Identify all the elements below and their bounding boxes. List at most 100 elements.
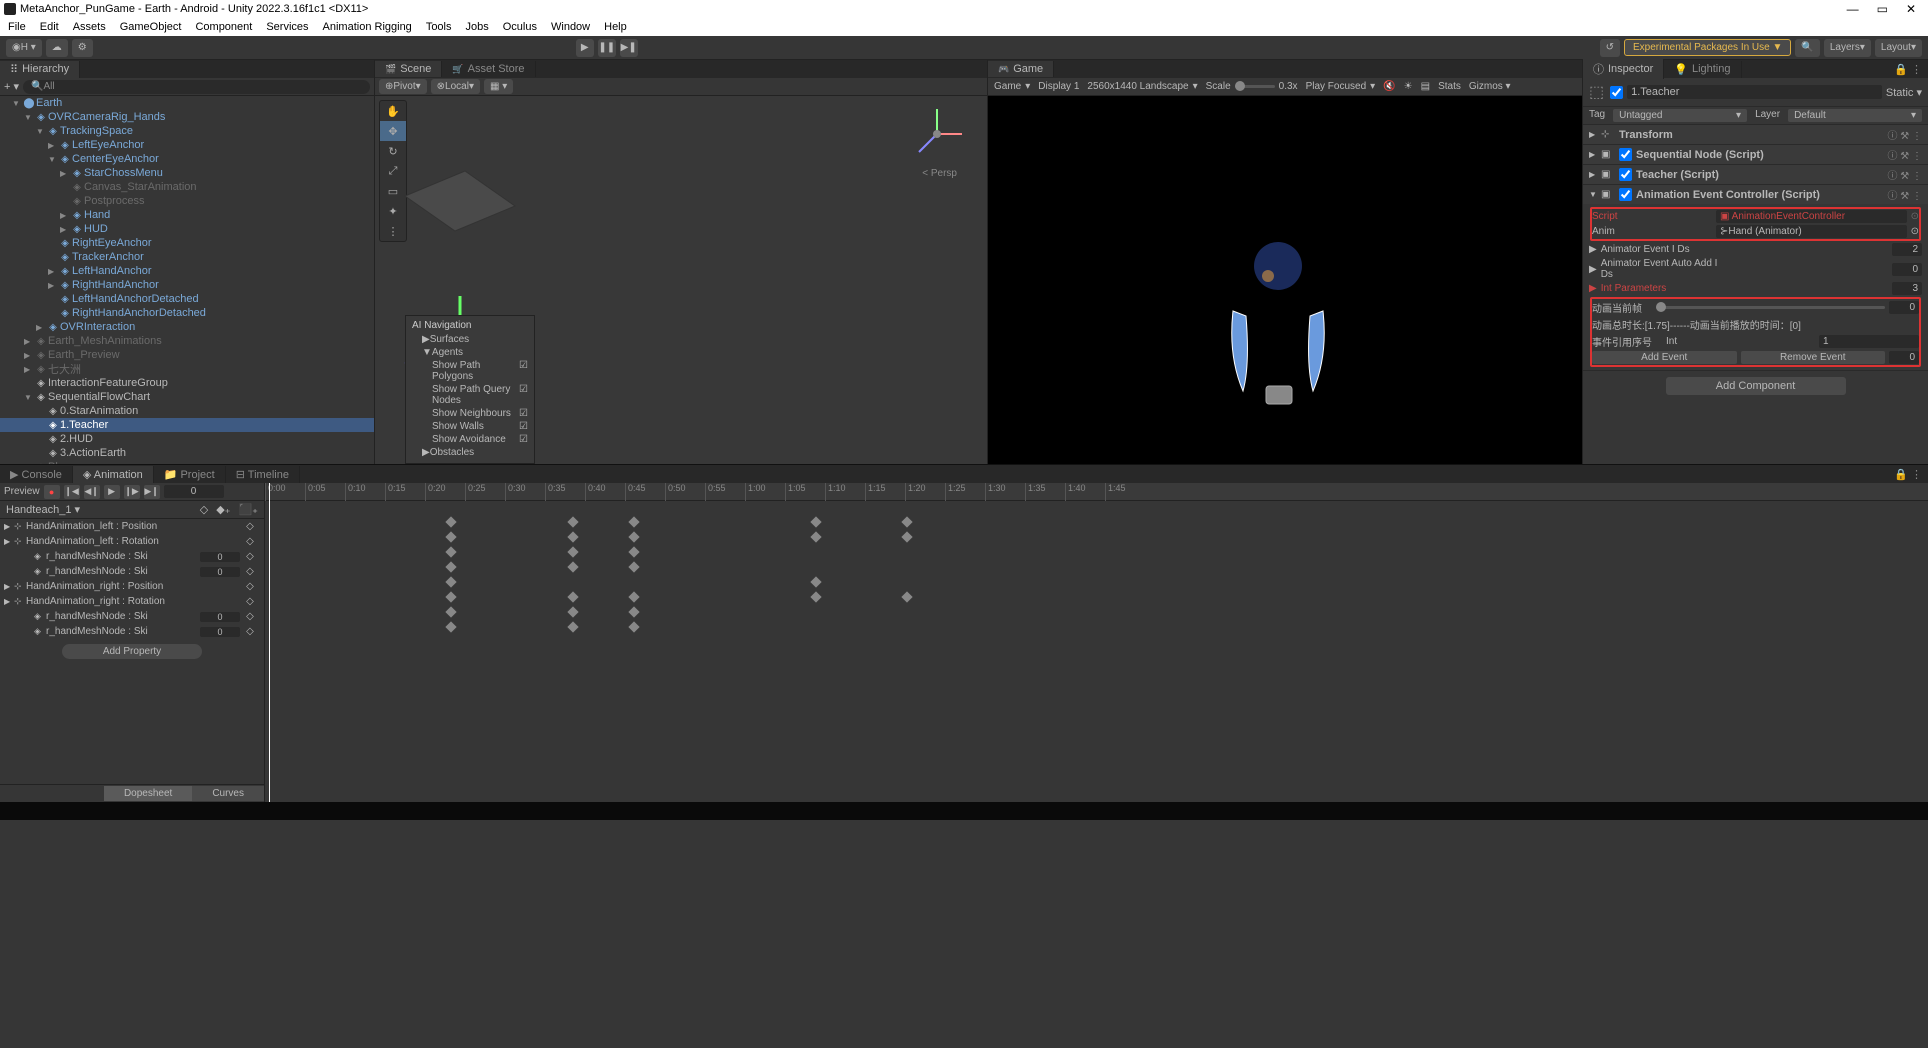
component-header[interactable]: ▶▣Sequential Node (Script)ⓘ ⚒ ⋮ <box>1583 145 1928 164</box>
menu-help[interactable]: Help <box>604 21 627 33</box>
step-button[interactable]: ▶❚ <box>620 39 638 57</box>
add-property-button[interactable]: Add Property <box>62 644 202 659</box>
mute-icon[interactable]: 🔇 <box>1383 81 1395 92</box>
animation-property[interactable]: ◈r_handMeshNode : Ski0◇ <box>0 624 264 638</box>
hierarchy-item[interactable]: ▶◈Earth_Preview <box>0 348 374 362</box>
stats-button[interactable]: Stats <box>1438 81 1461 92</box>
add-key-icon[interactable]: ◆₊ <box>216 503 230 516</box>
tab-timeline[interactable]: ⊟ Timeline <box>226 466 300 483</box>
rect-tool[interactable]: ▭ <box>380 181 406 201</box>
ai-nav-option[interactable]: Show Avoidance☑ <box>412 433 528 446</box>
preview-button[interactable]: Preview <box>4 486 40 497</box>
dopesheet-row[interactable] <box>265 620 1928 635</box>
vsync-icon[interactable]: ☀ <box>1404 81 1413 92</box>
menu-edit[interactable]: Edit <box>40 21 59 33</box>
hierarchy-tree[interactable]: ▼⬤Earth▼◈OVRCameraRig_Hands▼◈TrackingSpa… <box>0 96 374 464</box>
record-button[interactable]: ● <box>44 485 60 499</box>
play-mode-dropdown[interactable]: Play Focused ▾ <box>1306 81 1376 92</box>
component-header[interactable]: ▶⊹Transformⓘ ⚒ ⋮ <box>1583 125 1928 144</box>
menu-gameobject[interactable]: GameObject <box>120 21 182 33</box>
hierarchy-item[interactable]: ▼◈OVRCameraRig_Hands <box>0 110 374 124</box>
cloud-icon[interactable]: ☁ <box>46 39 68 57</box>
prev-key-button[interactable]: ◀❙ <box>84 485 100 499</box>
tab-asset-store[interactable]: 🛒Asset Store <box>442 61 535 77</box>
menu-window[interactable]: Window <box>551 21 590 33</box>
play-button[interactable]: ▶ <box>576 39 594 57</box>
hierarchy-item[interactable]: ▼◈SequentialFlowChart <box>0 390 374 404</box>
curves-tab[interactable]: Curves <box>192 786 264 801</box>
gizmos-dropdown[interactable]: Gizmos ▾ <box>1469 81 1511 92</box>
animation-property[interactable]: ◈r_handMeshNode : Ski0◇ <box>0 549 264 564</box>
menu-services[interactable]: Services <box>266 21 308 33</box>
transform-tool[interactable]: ✦ <box>380 201 406 221</box>
play-anim-button[interactable]: ▶ <box>104 485 120 499</box>
animation-property[interactable]: ◈r_handMeshNode : Ski0◇ <box>0 564 264 579</box>
ai-nav-surfaces[interactable]: ▶ Surfaces <box>412 333 528 346</box>
hierarchy-item[interactable]: ▶◈LeftEyeAnchor <box>0 138 374 152</box>
grid-icon[interactable]: ▦ ▾ <box>484 79 513 94</box>
dopesheet-row[interactable] <box>265 515 1928 530</box>
dopesheet-row[interactable] <box>265 605 1928 620</box>
hierarchy-item[interactable]: ◈2.HUD <box>0 432 374 446</box>
ai-nav-option[interactable]: Show Path Query Nodes☑ <box>412 383 528 407</box>
remove-event-button[interactable]: Remove Event <box>1741 351 1886 364</box>
hierarchy-search[interactable]: 🔍 All <box>23 80 370 94</box>
undo-history-icon[interactable]: ↺ <box>1600 39 1620 57</box>
menu-animation-rigging[interactable]: Animation Rigging <box>323 21 412 33</box>
hierarchy-item[interactable]: ▶◈Hand <box>0 208 374 222</box>
hierarchy-item[interactable]: ▶◈RightHandAnchor <box>0 278 374 292</box>
dopesheet-row[interactable] <box>265 560 1928 575</box>
lock-icon[interactable]: 🔒 ⋮ <box>1888 63 1928 76</box>
orientation-gizmo[interactable] <box>907 104 967 164</box>
hierarchy-item[interactable]: ▼◈CenterEyeAnchor <box>0 152 374 166</box>
hierarchy-item[interactable]: ▼◈TrackingSpace <box>0 124 374 138</box>
stats-icon[interactable]: ▤ <box>1421 81 1430 92</box>
scale-slider[interactable]: Scale 0.3x <box>1206 81 1298 92</box>
last-frame-button[interactable]: ▶❙ <box>144 485 160 499</box>
add-component-button[interactable]: Add Component <box>1666 377 1846 395</box>
game-mode-dropdown[interactable]: Game ▾ <box>994 81 1030 92</box>
animation-property[interactable]: ▶⊹HandAnimation_right : Position◇ <box>0 579 264 594</box>
resolution-dropdown[interactable]: 2560x1440 Landscape ▾ <box>1087 81 1197 92</box>
menu-assets[interactable]: Assets <box>73 21 106 33</box>
tab-game[interactable]: 🎮Game <box>988 61 1054 77</box>
ai-nav-obstacles[interactable]: ▶ Obstacles <box>412 446 528 459</box>
pause-button[interactable]: ❚❚ <box>598 39 616 57</box>
maximize-button[interactable]: ▭ <box>1877 2 1888 16</box>
key-nav-icon[interactable]: ◇ <box>200 503 208 516</box>
hierarchy-item[interactable]: ◈Postprocess <box>0 194 374 208</box>
animation-property[interactable]: ▶⊹HandAnimation_left : Rotation◇ <box>0 534 264 549</box>
tab-hierarchy[interactable]: ⠿ Hierarchy <box>0 61 80 78</box>
ai-nav-option[interactable]: Show Walls☑ <box>412 420 528 433</box>
tab-animation[interactable]: ◈ Animation <box>73 466 154 483</box>
layer-dropdown[interactable]: Default▾ <box>1788 109 1922 122</box>
tab-inspector[interactable]: ⓘ Inspector <box>1583 59 1664 79</box>
tab-lighting[interactable]: 💡 Lighting <box>1664 61 1741 78</box>
layers-dropdown[interactable]: Layers ▾ <box>1824 39 1871 57</box>
dopesheet-row[interactable] <box>265 590 1928 605</box>
local-toggle[interactable]: ⊗Local ▾ <box>431 79 480 94</box>
panel-lock-icon[interactable]: 🔒 ⋮ <box>1888 468 1928 481</box>
hierarchy-item[interactable]: ▶◈LeftHandAnchor <box>0 264 374 278</box>
create-dropdown[interactable]: + ▾ <box>4 80 19 93</box>
object-name-field[interactable]: 1.Teacher <box>1627 85 1882 99</box>
hierarchy-item[interactable]: ◈1.Teacher <box>0 418 374 432</box>
dopesheet-row[interactable] <box>265 545 1928 560</box>
tab-project[interactable]: 📁 Project <box>154 466 226 483</box>
hierarchy-item[interactable]: ◈Canvas_StarAnimation <box>0 180 374 194</box>
ai-nav-option[interactable]: Show Neighbours☑ <box>412 407 528 420</box>
dopesheet-tab[interactable]: Dopesheet <box>104 786 192 801</box>
menu-component[interactable]: Component <box>195 21 252 33</box>
minimize-button[interactable]: — <box>1847 2 1859 16</box>
animation-timeline[interactable]: 0:000:050:100:150:200:250:300:350:400:45… <box>265 483 1928 802</box>
tab-scene[interactable]: 🎬Scene <box>375 61 442 77</box>
hierarchy-item[interactable]: ◈RightHandAnchorDetached <box>0 306 374 320</box>
game-viewport[interactable] <box>988 96 1582 464</box>
settings-icon[interactable]: ⚙ <box>72 39 93 57</box>
static-dropdown[interactable]: Static ▾ <box>1886 86 1922 99</box>
tag-dropdown[interactable]: Untagged▾ <box>1613 109 1747 122</box>
active-checkbox[interactable] <box>1610 86 1623 99</box>
pivot-toggle[interactable]: ⊕Pivot ▾ <box>379 79 427 94</box>
account-dropdown[interactable]: ◉ H ▾ <box>6 39 42 57</box>
first-frame-button[interactable]: ❙◀ <box>64 485 80 499</box>
